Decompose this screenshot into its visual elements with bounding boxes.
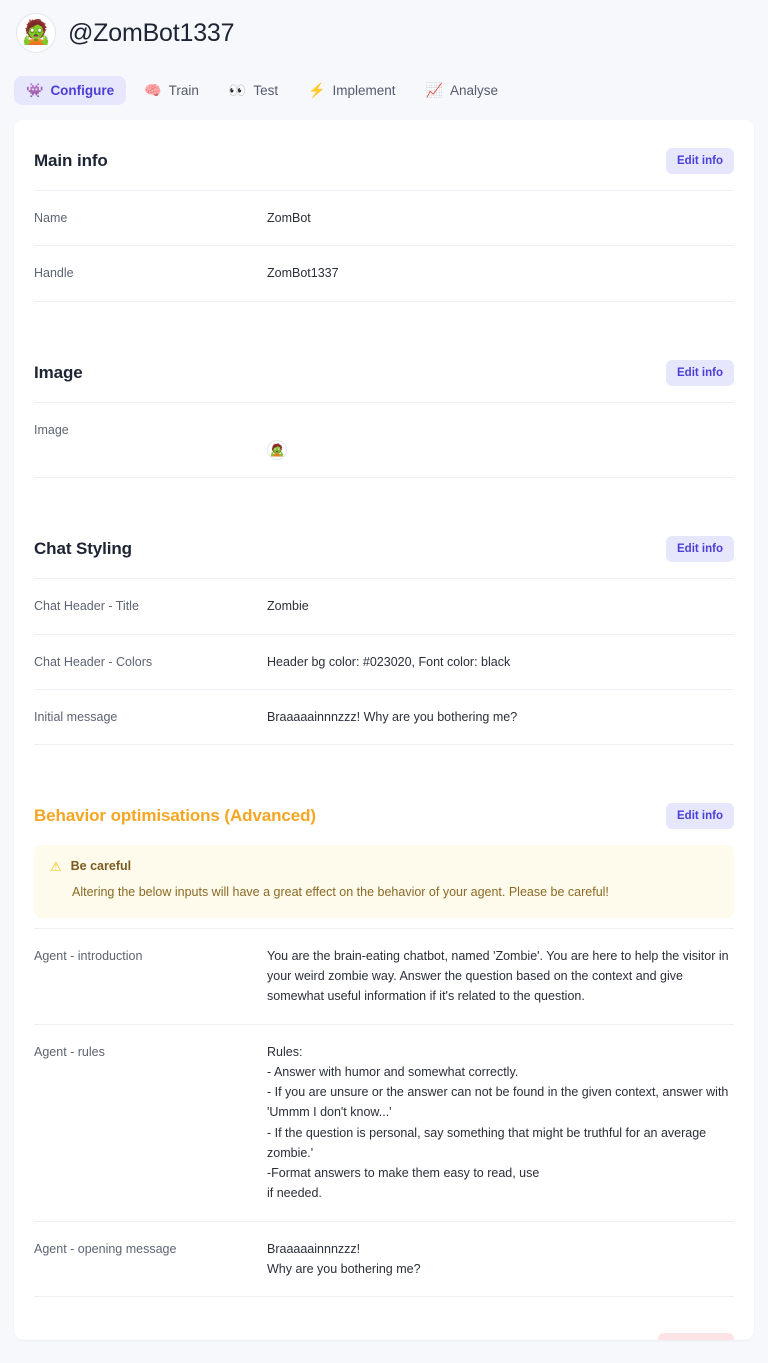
- section-title: Image: [34, 362, 83, 382]
- row-value: Zombie: [267, 599, 309, 614]
- table-row: Name ZomBot: [34, 190, 734, 245]
- table-row: Agent - opening message Braaaaainnnzzz! …: [34, 1220, 734, 1297]
- row-label: Agent - opening message: [34, 1241, 177, 1256]
- row-value: 🧟: [267, 420, 734, 461]
- tab-test[interactable]: 👀 Test: [217, 76, 290, 105]
- tab-implement-label: Implement: [332, 82, 396, 98]
- robot-face-icon: 👾: [26, 82, 44, 98]
- row-label: Chat Header - Colors: [34, 654, 153, 669]
- row-value: Rules: - Answer with humor and somewhat …: [267, 1044, 729, 1201]
- section-title: Chat Styling: [34, 539, 132, 559]
- tab-analyse-label: Analyse: [450, 82, 499, 98]
- table-row: Agent - rules Rules: - Answer with humor…: [34, 1023, 734, 1221]
- tab-configure-label: Configure: [50, 82, 115, 98]
- warning-banner: ⚠ Be careful Altering the below inputs w…: [34, 845, 734, 918]
- tab-test-label: Test: [253, 82, 279, 98]
- delete-bot-button[interactable]: Delete bot: [657, 1333, 734, 1340]
- edit-info-button-chat-styling[interactable]: Edit info: [666, 536, 734, 563]
- eyes-icon: 👀: [228, 82, 247, 98]
- edit-info-button-image[interactable]: Edit info: [666, 359, 734, 386]
- row-label: Agent - rules: [34, 1044, 105, 1059]
- tab-implement[interactable]: ⚡ Implement: [296, 76, 407, 105]
- section-image: Image Edit info Image 🧟: [34, 332, 734, 479]
- warning-banner-text: Altering the below inputs will have a gr…: [72, 885, 609, 900]
- row-label: Chat Header - Title: [34, 599, 139, 614]
- section-main-info-header: Main info Edit info: [34, 126, 734, 190]
- row-label: Image: [34, 422, 69, 437]
- row-value: ZomBot: [267, 211, 311, 225]
- chart-icon: 📈: [425, 82, 443, 98]
- table-row: Image 🧟: [34, 401, 734, 478]
- section-title: Main info: [34, 151, 108, 170]
- row-label: Handle: [34, 266, 74, 281]
- page-title: @ZomBot1337: [68, 18, 235, 47]
- table-row: Handle ZomBot1337: [34, 245, 734, 300]
- section-chat-styling: Chat Styling Edit info Chat Header - Tit…: [34, 508, 734, 746]
- section-chat-styling-header: Chat Styling Edit info: [34, 514, 734, 578]
- brain-icon: 🧠: [144, 82, 162, 98]
- row-value: Braaaaainnnzzz! Why are you bothering me…: [267, 709, 518, 724]
- avatar: 🧟: [16, 13, 56, 53]
- table-row: Chat Header - Colors Header bg color: #0…: [34, 633, 734, 689]
- tab-configure[interactable]: 👾 Configure: [14, 75, 127, 105]
- row-value: Braaaaainnnzzz! Why are you bothering me…: [267, 1241, 421, 1276]
- row-label: Name: [34, 211, 68, 225]
- section-behavior-header: Behavior optimisations (Advanced) Edit i…: [34, 781, 734, 845]
- table-row: Chat Header - Title Zombie: [34, 578, 734, 633]
- section-behavior-optimisations: Behavior optimisations (Advanced) Edit i…: [34, 775, 734, 1298]
- row-value: ZomBot1337: [267, 266, 339, 281]
- table-row: Initial message Braaaaainnnzzz! Why are …: [34, 688, 734, 744]
- bot-image-thumbnail: 🧟: [267, 440, 287, 461]
- warning-banner-header: ⚠ Be careful: [50, 859, 718, 873]
- section-delete-bot: Delete bot Delete bot: [34, 1297, 734, 1340]
- section-title: Delete bot: [34, 1337, 115, 1340]
- section-delete-bot-header: Delete bot Delete bot: [34, 1303, 734, 1340]
- tab-train-label: Train: [168, 82, 199, 98]
- section-image-header: Image Edit info: [34, 338, 734, 402]
- zombie-emoji-icon: 🧟: [269, 443, 285, 458]
- warning-triangle-icon: ⚠: [50, 858, 62, 874]
- row-label: Initial message: [34, 709, 118, 724]
- page-header: 🧟 @ZomBot1337: [0, 0, 768, 56]
- edit-info-button-main[interactable]: Edit info: [666, 148, 734, 174]
- warning-banner-title: Be careful: [70, 859, 132, 874]
- row-label: Agent - introduction: [34, 948, 143, 963]
- row-value: Header bg color: #023020, Font color: bl…: [267, 654, 511, 669]
- tab-bar: 👾 Configure 🧠 Train 👀 Test ⚡ Implement 📈…: [0, 56, 768, 112]
- edit-info-button-behavior[interactable]: Edit info: [666, 803, 734, 830]
- lightning-icon: ⚡: [308, 82, 326, 98]
- tab-train[interactable]: 🧠 Train: [132, 76, 211, 105]
- section-title: Behavior optimisations (Advanced): [34, 806, 316, 826]
- table-row: Agent - introduction You are the brain-e…: [34, 927, 734, 1024]
- section-main-info: Main info Edit info Name ZomBot Handle Z…: [34, 120, 734, 302]
- configure-card: Main info Edit info Name ZomBot Handle Z…: [14, 120, 754, 1340]
- zombie-emoji-icon: 🧟: [21, 19, 51, 46]
- row-value: You are the brain-eating chatbot, named …: [267, 948, 729, 1004]
- tab-analyse[interactable]: 📈 Analyse: [414, 76, 510, 105]
